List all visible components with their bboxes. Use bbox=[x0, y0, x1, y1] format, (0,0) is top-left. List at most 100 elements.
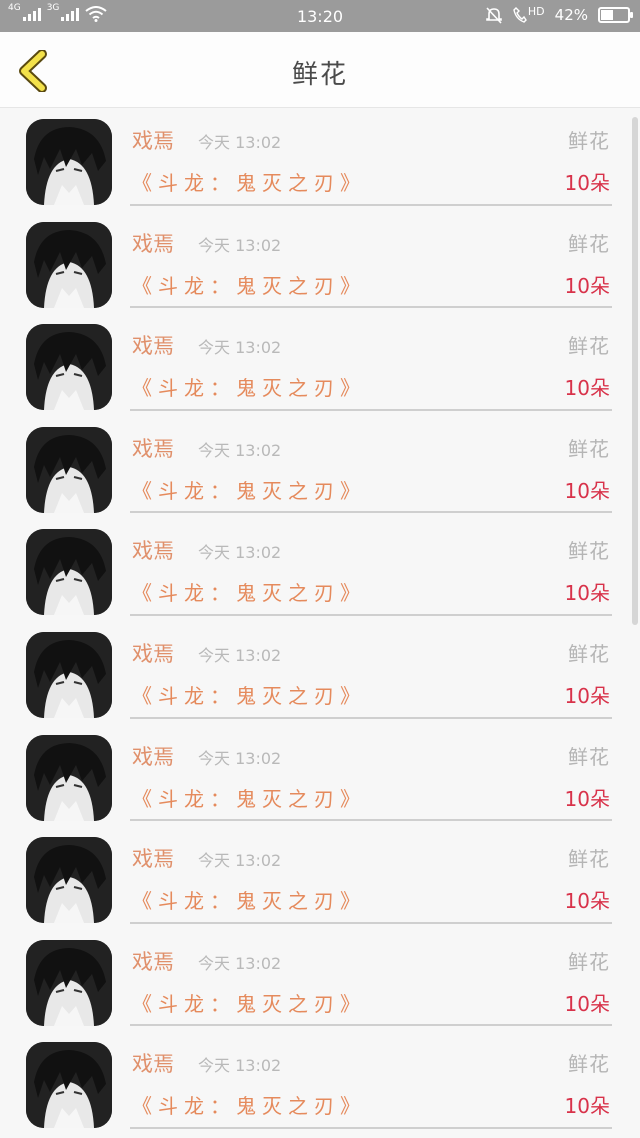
sender-name: 戏焉 bbox=[132, 642, 174, 666]
avatar[interactable] bbox=[26, 734, 112, 821]
gift-type: 鲜花 bbox=[568, 847, 610, 872]
list-item[interactable]: 戏焉 今天 13:02 鲜花 《斗龙：鬼灭之刃》 10朵 bbox=[0, 519, 640, 622]
gift-amount: 10朵 bbox=[564, 889, 610, 914]
gift-amount: 10朵 bbox=[564, 581, 610, 606]
book-title[interactable]: 《斗龙：鬼灭之刃》 bbox=[132, 167, 366, 196]
send-time: 今天 13:02 bbox=[198, 235, 282, 255]
avatar-image bbox=[26, 426, 112, 513]
divider bbox=[130, 203, 612, 206]
sender-name: 戏焉 bbox=[132, 539, 174, 564]
send-time: 今天 13:02 bbox=[198, 338, 282, 358]
sender-name: 戏焉 bbox=[132, 949, 174, 974]
send-time: 今天 13:02 bbox=[198, 851, 282, 871]
book-title[interactable]: 《斗龙：鬼灭之刃》 bbox=[132, 783, 366, 812]
divider bbox=[130, 1126, 612, 1129]
avatar[interactable] bbox=[26, 426, 112, 513]
divider bbox=[130, 511, 612, 514]
battery-fill bbox=[601, 10, 613, 20]
sender-name: 戏焉 bbox=[132, 129, 174, 153]
avatar-image bbox=[26, 632, 112, 718]
book-title[interactable]: 《斗龙：鬼灭之刃》 bbox=[132, 680, 366, 709]
list-item[interactable]: 戏焉 今天 13:02 鲜花 《斗龙：鬼灭之刃》 10朵 bbox=[0, 109, 640, 212]
hd-label: HD bbox=[527, 4, 545, 18]
gift-amount: 10朵 bbox=[564, 991, 610, 1016]
flower-record-list[interactable]: 戏焉 今天 13:02 鲜花 《斗龙：鬼灭之刃》 10朵 戏焉 今天 13:02… bbox=[0, 109, 640, 1138]
divider bbox=[130, 306, 612, 309]
gift-type: 鲜花 bbox=[568, 539, 610, 564]
list-item[interactable]: 戏焉 今天 13:02 鲜花 《斗龙：鬼灭之刃》 10朵 bbox=[0, 1032, 640, 1135]
gift-type: 鲜花 bbox=[568, 334, 610, 359]
book-title[interactable]: 《斗龙：鬼灭之刃》 bbox=[132, 372, 366, 401]
sender-name: 戏焉 bbox=[132, 847, 174, 872]
list-item[interactable]: 戏焉 今天 13:02 鲜花 《斗龙：鬼灭之刃》 10朵 bbox=[0, 827, 640, 930]
avatar[interactable] bbox=[26, 1042, 112, 1129]
send-time: 今天 13:02 bbox=[198, 748, 282, 768]
send-time: 今天 13:02 bbox=[198, 133, 282, 152]
avatar-image bbox=[26, 1042, 112, 1129]
scrollbar[interactable] bbox=[632, 117, 638, 625]
list-item[interactable]: 戏焉 今天 13:02 鲜花 《斗龙：鬼灭之刃》 10朵 bbox=[0, 417, 640, 520]
battery-percent: 42% bbox=[554, 6, 588, 24]
navigation-bar: 鲜花 bbox=[0, 32, 640, 108]
send-time: 今天 13:02 bbox=[198, 440, 282, 460]
avatar[interactable] bbox=[26, 632, 112, 718]
avatar[interactable] bbox=[26, 324, 112, 411]
avatar-image bbox=[26, 324, 112, 411]
sender-name: 戏焉 bbox=[132, 231, 174, 256]
sender-name: 戏焉 bbox=[132, 436, 174, 461]
divider bbox=[130, 408, 612, 411]
avatar[interactable] bbox=[26, 119, 112, 205]
send-time: 今天 13:02 bbox=[198, 543, 282, 563]
divider bbox=[130, 819, 612, 822]
book-title[interactable]: 《斗龙：鬼灭之刃》 bbox=[132, 270, 366, 299]
gift-amount: 10朵 bbox=[564, 478, 610, 503]
list-item[interactable]: 戏焉 今天 13:02 鲜花 《斗龙：鬼灭之刃》 10朵 bbox=[0, 622, 640, 725]
battery-icon bbox=[598, 7, 633, 23]
avatar[interactable] bbox=[26, 837, 112, 924]
send-time: 今天 13:02 bbox=[198, 953, 282, 973]
book-title[interactable]: 《斗龙：鬼灭之刃》 bbox=[132, 577, 366, 606]
book-title[interactable]: 《斗龙：鬼灭之刃》 bbox=[132, 885, 366, 914]
avatar[interactable] bbox=[26, 221, 112, 308]
sender-name: 戏焉 bbox=[132, 334, 174, 359]
gift-amount: 10朵 bbox=[564, 376, 610, 401]
gift-amount: 10朵 bbox=[564, 171, 610, 195]
avatar-image bbox=[26, 939, 112, 1026]
hd-call-icon: HD bbox=[513, 4, 545, 23]
book-title[interactable]: 《斗龙：鬼灭之刃》 bbox=[132, 988, 366, 1017]
divider bbox=[130, 613, 612, 616]
gift-type: 鲜花 bbox=[568, 642, 610, 666]
avatar-image bbox=[26, 119, 112, 205]
divider bbox=[130, 921, 612, 924]
gift-amount: 10朵 bbox=[564, 1094, 610, 1119]
gift-type: 鲜花 bbox=[568, 436, 610, 461]
status-bar: 4G 3G 13:20 HD 42% bbox=[0, 0, 640, 32]
avatar-image bbox=[26, 734, 112, 821]
page-title: 鲜花 bbox=[291, 60, 348, 90]
mute-bell-icon bbox=[486, 7, 502, 24]
divider bbox=[130, 1024, 612, 1027]
gift-amount: 10朵 bbox=[564, 684, 610, 708]
status-right: HD 42% bbox=[485, 4, 633, 24]
gift-amount: 10朵 bbox=[564, 786, 610, 811]
send-time: 今天 13:02 bbox=[198, 1056, 282, 1076]
sender-name: 戏焉 bbox=[132, 744, 174, 769]
gift-type: 鲜花 bbox=[568, 231, 610, 256]
sender-name: 戏焉 bbox=[132, 1052, 174, 1077]
gift-type: 鲜花 bbox=[568, 129, 610, 153]
list-item[interactable]: 戏焉 今天 13:02 鲜花 《斗龙：鬼灭之刃》 10朵 bbox=[0, 212, 640, 315]
avatar-image bbox=[26, 837, 112, 924]
send-time: 今天 13:02 bbox=[198, 646, 282, 665]
list-item[interactable]: 戏焉 今天 13:02 鲜花 《斗龙：鬼灭之刃》 10朵 bbox=[0, 725, 640, 828]
gift-type: 鲜花 bbox=[568, 949, 610, 974]
list-item[interactable]: 戏焉 今天 13:02 鲜花 《斗龙：鬼灭之刃》 10朵 bbox=[0, 930, 640, 1033]
book-title[interactable]: 《斗龙：鬼灭之刃》 bbox=[132, 1090, 366, 1119]
list-item[interactable]: 戏焉 今天 13:02 鲜花 《斗龙：鬼灭之刃》 10朵 bbox=[0, 314, 640, 417]
avatar[interactable] bbox=[26, 939, 112, 1026]
book-title[interactable]: 《斗龙：鬼灭之刃》 bbox=[132, 475, 366, 504]
divider bbox=[130, 716, 612, 719]
avatar-image bbox=[26, 221, 112, 308]
avatar[interactable] bbox=[26, 529, 112, 616]
avatar-image bbox=[26, 529, 112, 616]
gift-amount: 10朵 bbox=[564, 273, 610, 298]
